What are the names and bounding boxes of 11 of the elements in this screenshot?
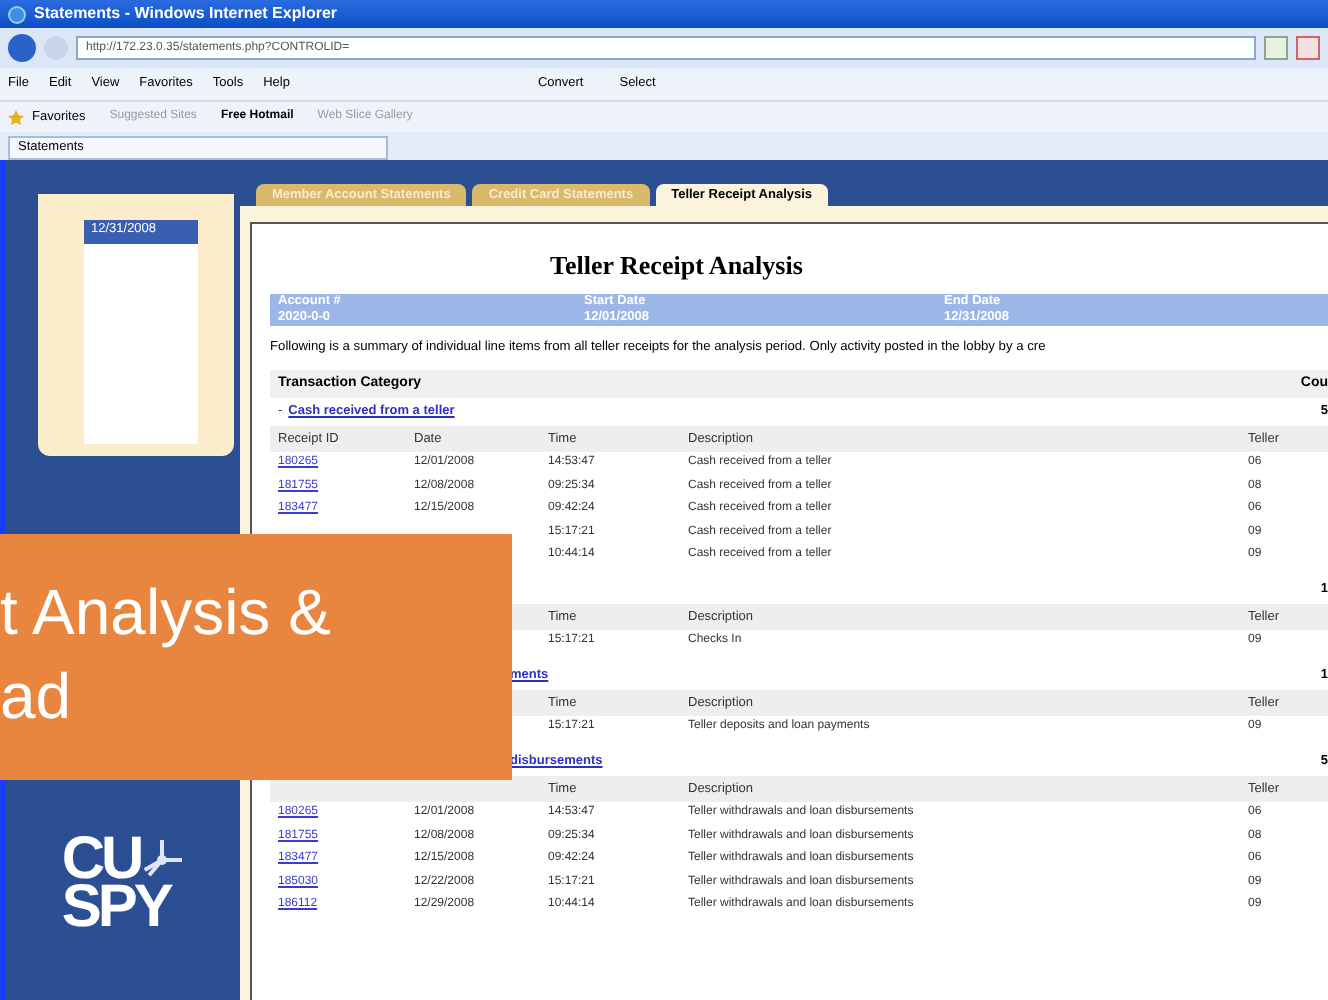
window-title: Statements - Windows Internet Explorer <box>34 2 338 26</box>
star-icon <box>8 109 24 125</box>
refresh-button[interactable] <box>1264 36 1288 60</box>
close-button[interactable] <box>1296 36 1320 60</box>
browser-icon <box>8 5 26 23</box>
banner-text: ad <box>0 658 74 736</box>
banner-text: t Analysis & <box>0 574 333 652</box>
back-button[interactable] <box>8 34 36 62</box>
asterisk-icon <box>140 838 185 882</box>
logo: CU SPY <box>61 836 185 932</box>
report-title: Teller Receipt Analysis <box>550 248 803 285</box>
